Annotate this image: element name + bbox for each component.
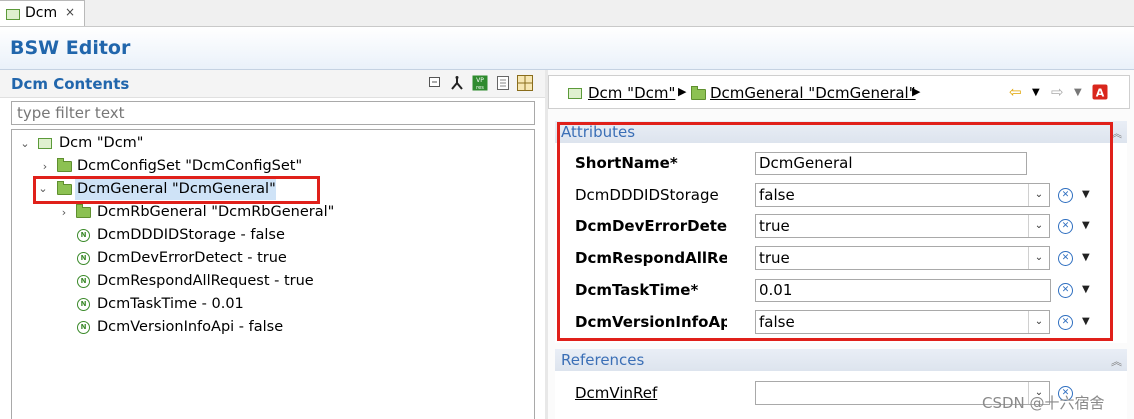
autosar-icon[interactable]: A xyxy=(1092,84,1108,104)
breadcrumb-arrow-icon[interactable]: ▶ xyxy=(678,85,686,98)
document-icon[interactable] xyxy=(495,75,511,91)
breadcrumb-item-dcm[interactable]: Dcm "Dcm" xyxy=(588,84,675,102)
collapsed-chevron-icon[interactable]: › xyxy=(59,206,69,219)
svg-text:res: res xyxy=(476,85,484,91)
filter-input[interactable] xyxy=(11,101,535,125)
tree-item-dcmdddidstorage[interactable]: DcmDDDIDStorage - false xyxy=(97,224,285,246)
hierarchy-icon[interactable] xyxy=(449,75,465,91)
module-icon xyxy=(6,9,20,20)
folder-icon xyxy=(57,158,72,172)
breadcrumb-item-dcmgeneral[interactable]: DcmGeneral "DcmGeneral" xyxy=(710,84,916,102)
svg-text:VP: VP xyxy=(476,77,484,84)
watermark: CSDN @十六宿舍 xyxy=(982,394,1105,412)
tab-label: Dcm xyxy=(25,5,58,21)
parameter-icon: N xyxy=(77,275,90,288)
module-icon xyxy=(38,138,52,149)
ref-label-dcmvinref[interactable]: DcmVinRef xyxy=(575,384,727,402)
expand-chevron-icon[interactable]: ⌄ xyxy=(20,137,30,150)
svg-text:A: A xyxy=(1096,87,1105,100)
folder-icon xyxy=(76,204,91,218)
collapsed-chevron-icon[interactable]: › xyxy=(40,160,50,173)
tree-item-dcm[interactable]: Dcm "Dcm" xyxy=(59,132,143,154)
contents-panel-title: Dcm Contents xyxy=(11,75,130,93)
parameter-icon: N xyxy=(77,252,90,265)
forward-arrow-icon[interactable]: ⇨ xyxy=(1051,83,1064,101)
back-dropdown-icon[interactable]: ▼ xyxy=(1032,87,1040,98)
parameter-icon: N xyxy=(77,298,90,311)
parameter-icon: N xyxy=(77,321,90,334)
tree-item-dcmconfigset[interactable]: DcmConfigSet "DcmConfigSet" xyxy=(77,155,302,177)
highlight-box-attributes xyxy=(557,122,1113,341)
folder-icon xyxy=(691,86,706,100)
highlight-box-tree xyxy=(33,176,320,204)
tree-item-dcmversioninfoapi[interactable]: DcmVersionInfoApi - false xyxy=(97,316,283,338)
collapse-all-icon[interactable] xyxy=(427,75,443,91)
parameter-icon: N xyxy=(77,229,90,242)
tree-item-dcmrbgeneral[interactable]: DcmRbGeneral "DcmRbGeneral" xyxy=(97,201,334,223)
references-section-title: References xyxy=(561,351,645,369)
breadcrumb-arrow-icon[interactable]: ▶ xyxy=(912,85,920,98)
tree-item-dcmdeverrordetect[interactable]: DcmDevErrorDetect - true xyxy=(97,247,287,269)
tree-item-dcmtasktime[interactable]: DcmTaskTime - 0.01 xyxy=(97,293,244,315)
references-section-header[interactable]: References ︽ xyxy=(555,349,1127,371)
layout-icon[interactable] xyxy=(517,75,533,91)
collapse-icon[interactable]: ︽ xyxy=(1111,353,1122,369)
forward-dropdown-icon[interactable]: ▼ xyxy=(1074,87,1082,98)
back-arrow-icon[interactable]: ⇦ xyxy=(1009,83,1022,101)
close-icon[interactable]: × xyxy=(65,5,75,19)
editor-header: BSW Editor xyxy=(0,27,1134,70)
module-icon xyxy=(568,88,582,99)
editor-tab-bar xyxy=(0,0,1134,27)
editor-tab-dcm[interactable]: Dcm × xyxy=(0,0,85,26)
vp-res-icon[interactable]: VP res xyxy=(472,75,488,91)
editor-title: BSW Editor xyxy=(10,37,131,59)
tree-item-dcmrespondallrequest[interactable]: DcmRespondAllRequest - true xyxy=(97,270,314,292)
